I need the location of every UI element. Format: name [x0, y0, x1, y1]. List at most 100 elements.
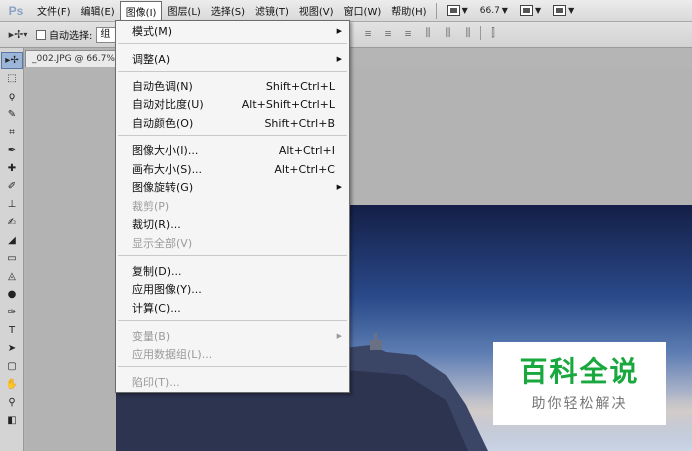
quick-selection-tool-icon[interactable]: ✎ — [1, 106, 23, 123]
menu-image[interactable]: 图像(I) — [119, 0, 163, 22]
menu-item-label: 裁切(R)... — [132, 218, 181, 231]
marquee-tool-icon[interactable]: ⬚ — [1, 70, 23, 87]
blur-tool-icon[interactable]: ◬ — [1, 268, 23, 285]
menu-item-apply-data-set: 应用数据组(L)... — [116, 345, 349, 363]
menu-view[interactable]: 视图(V) — [294, 0, 339, 22]
eraser-tool-icon[interactable]: ◢ — [1, 232, 23, 249]
menu-item-image-rotation[interactable]: 图像旋转(G) ▶ — [116, 178, 349, 196]
menu-item-label: 应用图像(Y)... — [132, 283, 202, 296]
menu-select[interactable]: 选择(S) — [206, 0, 250, 22]
move-tool-icon[interactable]: ▸✢ — [1, 52, 23, 69]
menu-item-label: 自动色调(N) — [132, 80, 193, 93]
crop-tool-icon[interactable]: ⌗ — [1, 124, 23, 141]
healing-brush-tool-icon[interactable]: ✚ — [1, 160, 23, 177]
menu-window[interactable]: 窗口(W) — [339, 0, 387, 22]
lasso-tool-icon[interactable]: ϙ — [1, 88, 23, 105]
type-tool-icon[interactable]: T — [1, 322, 23, 339]
watermark-subtitle: 助你轻松解决 — [531, 395, 628, 412]
menu-item-auto-tone[interactable]: 自动色调(N) Shift+Ctrl+L — [116, 77, 349, 95]
menu-item-auto-contrast[interactable]: 自动对比度(U) Alt+Shift+Ctrl+L — [116, 95, 349, 113]
document-tab[interactable]: _002.JPG @ 66.7% — [25, 50, 125, 67]
clone-stamp-tool-icon[interactable]: ⊥ — [1, 196, 23, 213]
menu-item-shortcut: Alt+Ctrl+I — [278, 143, 335, 157]
menu-item-adjustments[interactable]: 调整(A) ▶ — [116, 50, 349, 68]
menu-item-reveal-all: 显示全部(V) — [116, 234, 349, 252]
dodge-tool-icon[interactable]: ● — [1, 286, 23, 303]
screen-mode-button[interactable]: ▼ — [547, 3, 580, 19]
distribute-left-icon[interactable]: ⫼ — [420, 26, 436, 40]
image-menu-dropdown: 模式(M) ▶ 调整(A) ▶ 自动色调(N) Shift+Ctrl+L 自动对… — [115, 20, 350, 393]
eyedropper-tool-icon[interactable]: ✒ — [1, 142, 23, 159]
dropdown-arrow-icon: ▾ — [23, 30, 28, 39]
zoom-level-value: 66.7 — [479, 5, 500, 16]
arrange-documents-button[interactable]: ▼ — [514, 3, 547, 19]
zoom-tool-icon[interactable]: ⚲ — [1, 394, 23, 411]
menu-item-label: 显示全部(V) — [132, 237, 193, 250]
auto-select-option[interactable]: 自动选择: — [36, 27, 92, 42]
distribute-vcenter-icon[interactable]: ≡ — [380, 26, 396, 40]
distribute-right-icon[interactable]: ⫼ — [460, 26, 476, 40]
menu-item-trim[interactable]: 裁切(R)... — [116, 215, 349, 233]
auto-select-label: 自动选择: — [49, 31, 93, 42]
menu-item-label: 模式(M) — [132, 25, 173, 38]
hand-tool-icon[interactable]: ✋ — [1, 376, 23, 393]
tools-panel: ▸✢ ⬚ ϙ ✎ ⌗ ✒ ✚ ✐ ⊥ ✍ ◢ ▭ ◬ ● ✑ T ➤ ▢ ✋ ⚲… — [0, 48, 24, 451]
menu-item-label: 变量(B) — [132, 330, 171, 343]
menu-edit[interactable]: 编辑(E) — [76, 0, 120, 22]
menu-item-image-size[interactable]: 图像大小(I)... Alt+Ctrl+I — [116, 141, 349, 159]
menu-item-label: 画布大小(S)... — [132, 163, 203, 176]
menu-item-canvas-size[interactable]: 画布大小(S)... Alt+Ctrl+C — [116, 160, 349, 178]
menu-item-mode[interactable]: 模式(M) ▶ — [116, 22, 349, 40]
menu-item-trap: 陷印(T)... — [116, 373, 349, 391]
menu-item-duplicate[interactable]: 复制(D)... — [116, 262, 349, 280]
menu-item-label: 调整(A) — [132, 53, 171, 66]
menu-item-label: 自动对比度(U) — [132, 98, 204, 111]
screen-layout-button[interactable]: ▼ — [441, 3, 474, 19]
menu-item-apply-image[interactable]: 应用图像(Y)... — [116, 280, 349, 298]
menu-item-shortcut: Shift+Ctrl+B — [264, 116, 335, 130]
distribute-top-icon[interactable]: ≡ — [360, 26, 376, 40]
brush-tool-icon[interactable]: ✐ — [1, 178, 23, 195]
menu-layer[interactable]: 图层(L) — [162, 0, 205, 22]
toolbar-gap — [0, 48, 23, 51]
distribute-hcenter-icon[interactable]: ⫼ — [440, 26, 456, 40]
history-brush-tool-icon[interactable]: ✍ — [1, 214, 23, 231]
shape-tool-icon[interactable]: ▢ — [1, 358, 23, 375]
dropdown-arrow-icon: ▼ — [534, 6, 542, 15]
pen-tool-icon[interactable]: ✑ — [1, 304, 23, 321]
submenu-arrow-icon: ▶ — [336, 183, 342, 191]
watermark-badge: 百科全说 助你轻松解决 — [493, 342, 666, 425]
menu-item-calculations[interactable]: 计算(C)... — [116, 299, 349, 317]
menu-item-label: 图像旋转(G) — [132, 181, 194, 194]
zoom-level-control[interactable]: 66.7 ▼ — [474, 3, 514, 19]
menu-separator — [118, 43, 347, 44]
align-distribute-group: ≡ ≡ ≡ ⫼ ⫼ ⫼ ⫿ — [360, 26, 501, 40]
tool-preset-picker[interactable]: ▸✢ ▾ — [0, 24, 36, 46]
menu-file[interactable]: 文件(F) — [32, 0, 76, 22]
menu-item-label: 裁剪(P) — [132, 200, 170, 213]
color-swatches-icon[interactable]: ◧ — [1, 412, 23, 429]
distribute-bottom-icon[interactable]: ≡ — [400, 26, 416, 40]
arrange-icon — [519, 5, 533, 16]
menu-item-crop: 裁剪(P) — [116, 197, 349, 215]
menu-item-auto-color[interactable]: 自动颜色(O) Shift+Ctrl+B — [116, 114, 349, 132]
submenu-arrow-icon: ▶ — [336, 27, 342, 35]
photoshop-logo: Ps — [8, 3, 24, 18]
path-selection-tool-icon[interactable]: ➤ — [1, 340, 23, 357]
submenu-arrow-icon: ▶ — [336, 332, 342, 340]
layout-icon — [446, 5, 460, 16]
menu-item-label: 应用数据组(L)... — [132, 348, 213, 361]
menu-item-shortcut: Shift+Ctrl+L — [265, 79, 335, 93]
menu-help[interactable]: 帮助(H) — [386, 0, 431, 22]
menu-item-label: 复制(D)... — [132, 265, 182, 278]
gradient-tool-icon[interactable]: ▭ — [1, 250, 23, 267]
menu-item-label: 自动颜色(O) — [132, 117, 194, 130]
menu-item-variables: 变量(B) ▶ — [116, 327, 349, 345]
auto-align-icon[interactable]: ⫿ — [485, 26, 501, 40]
screen-mode-icon — [553, 5, 567, 16]
submenu-arrow-icon: ▶ — [336, 55, 342, 63]
menu-filter[interactable]: 滤镜(T) — [250, 0, 294, 22]
auto-select-checkbox[interactable] — [36, 29, 46, 40]
menu-separator — [118, 71, 347, 72]
menu-bar: Ps 文件(F) 编辑(E) 图像(I) 图层(L) 选择(S) 滤镜(T) 视… — [0, 0, 692, 22]
